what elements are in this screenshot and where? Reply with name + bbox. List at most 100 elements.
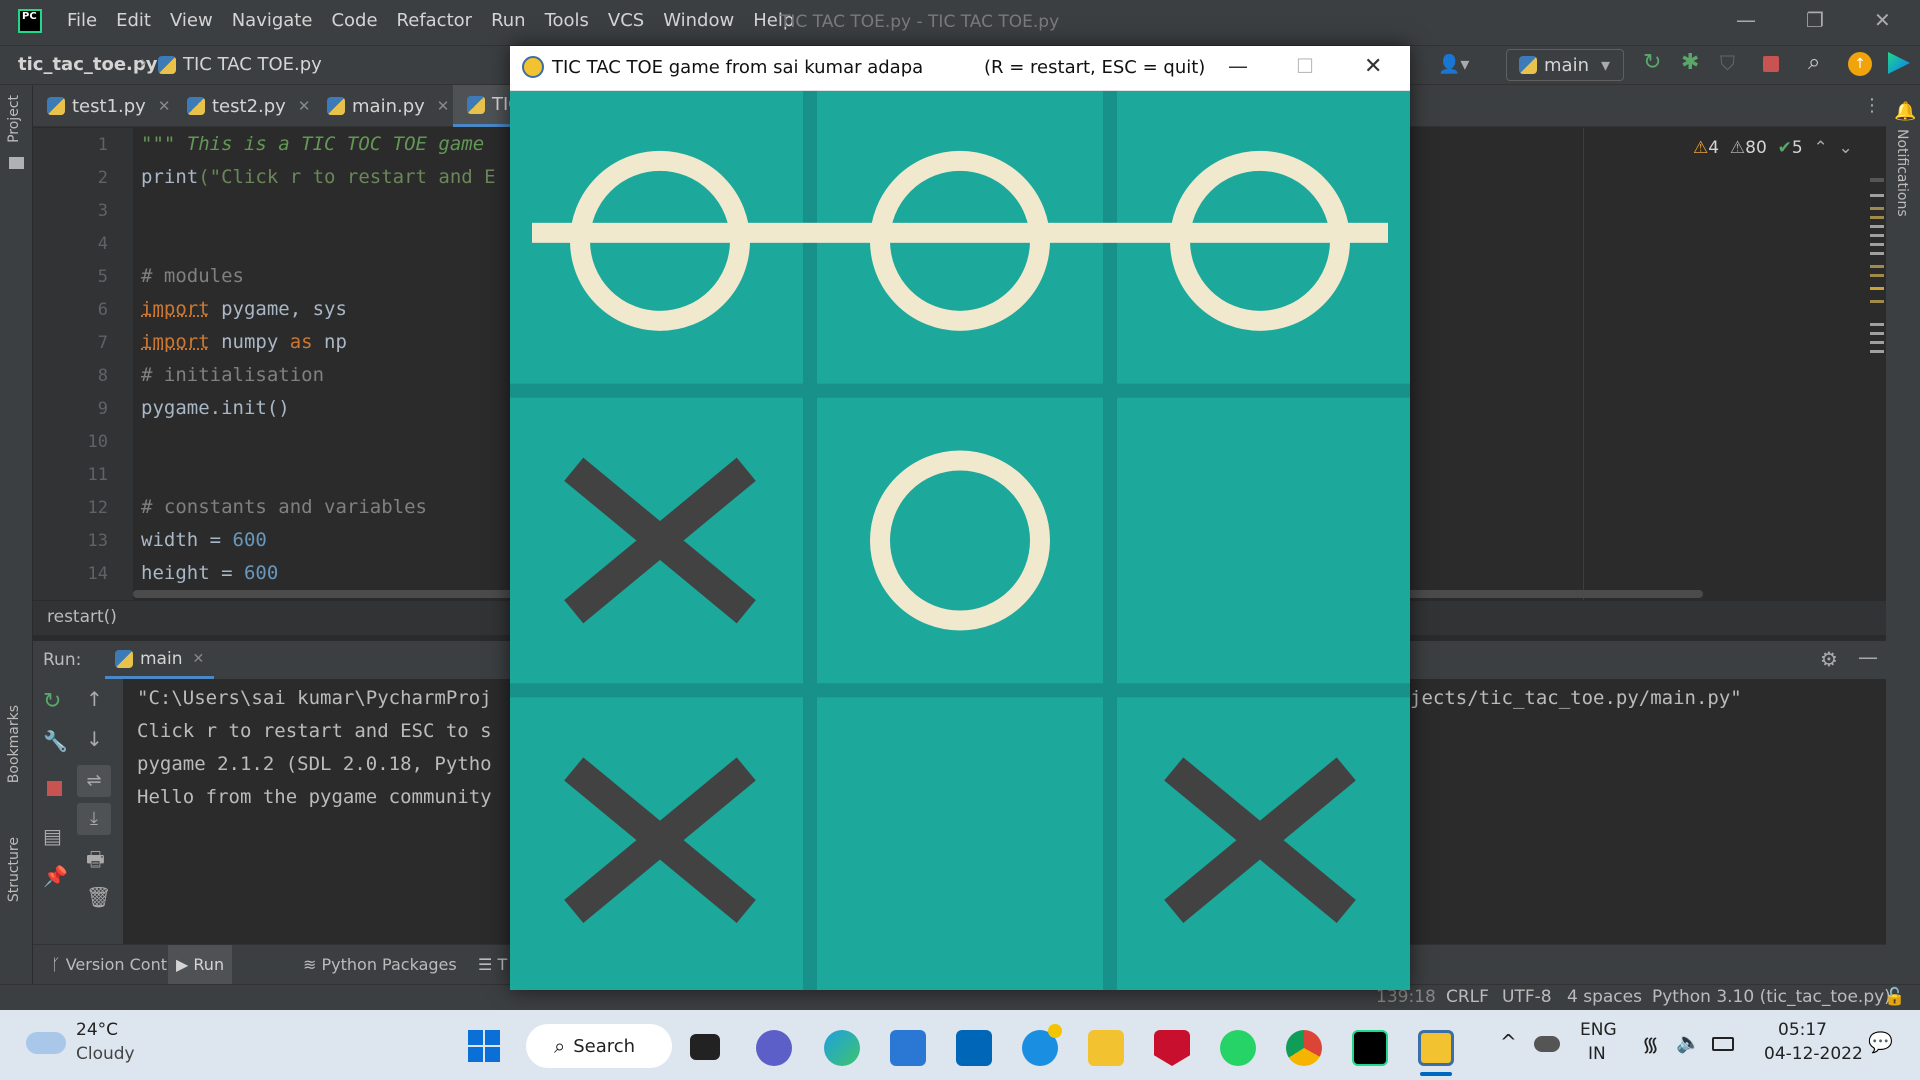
language-region[interactable]: IN	[1588, 1044, 1606, 1064]
run-tool-tab[interactable]: ▶ Run	[168, 945, 233, 985]
close-icon[interactable]: ✕	[298, 97, 311, 115]
line-separator[interactable]: CRLF	[1446, 987, 1489, 1007]
game-minimize-button[interactable]: —	[1228, 54, 1248, 78]
language-code[interactable]: ENG	[1580, 1020, 1617, 1040]
stop-icon[interactable]	[1763, 56, 1779, 72]
print-icon[interactable]: 🖶	[86, 845, 105, 879]
tic-tac-toe-board[interactable]	[510, 91, 1410, 990]
weather-desc[interactable]: Cloudy	[76, 1044, 135, 1064]
edge-icon[interactable]	[824, 1030, 860, 1066]
chevron-up-icon[interactable]: ⌃	[1813, 138, 1827, 158]
layout-icon[interactable]: ▤	[43, 824, 62, 848]
game-window[interactable]: TIC TAC TOE game from sai kumar adapa (R…	[510, 46, 1410, 990]
weather-temp[interactable]: 24°C	[76, 1020, 118, 1040]
clock-time[interactable]: 05:17	[1778, 1020, 1827, 1040]
jetbrains-icon[interactable]	[1888, 52, 1910, 74]
arrow-up-icon[interactable]: ↑	[86, 687, 103, 711]
arrow-down-icon[interactable]: ↓	[86, 727, 103, 751]
chevron-down-icon[interactable]: ⌄	[1839, 138, 1853, 158]
update-icon[interactable]: ↑	[1848, 52, 1872, 76]
run-tab-main[interactable]: main ✕	[105, 641, 215, 679]
trash-icon[interactable]: 🗑	[86, 885, 111, 909]
windows-start-icon[interactable]	[468, 1030, 500, 1062]
project-tool-tab[interactable]: Project	[6, 95, 22, 143]
onedrive-icon[interactable]	[1534, 1036, 1560, 1052]
menu-code[interactable]: Code	[331, 10, 377, 31]
soft-wrap-icon[interactable]: ⇌	[77, 765, 111, 797]
menu-vcs[interactable]: VCS	[608, 10, 644, 31]
pycharm-logo-icon[interactable]: PC	[18, 9, 42, 33]
lock-icon[interactable]: 🔓	[1884, 987, 1905, 1007]
bell-icon[interactable]: 🔔	[1894, 101, 1916, 122]
tab-main[interactable]: main.py ✕	[313, 85, 453, 127]
close-button[interactable]: ✕	[1874, 8, 1891, 32]
wifi-icon[interactable]: ᯾	[1642, 1030, 1659, 1057]
pycharm-taskbar-icon[interactable]	[1352, 1030, 1388, 1066]
python-packages-tab[interactable]: ≋ Python Packages	[303, 955, 457, 974]
menu-navigate[interactable]: Navigate	[232, 10, 313, 31]
python-interpreter[interactable]: Python 3.10 (tic_tac_toe.py)	[1652, 987, 1891, 1007]
menu-file[interactable]: File	[67, 10, 97, 31]
store-icon[interactable]	[890, 1030, 926, 1066]
todo-tab[interactable]: ☰ T	[478, 955, 507, 974]
coverage-icon[interactable]: ⛉	[1720, 51, 1735, 75]
taskbar-search[interactable]: ⌕ Search	[526, 1024, 672, 1068]
tab-test1[interactable]: test1.py ✕	[33, 85, 173, 127]
close-icon[interactable]: ✕	[192, 651, 204, 667]
file-encoding[interactable]: UTF-8	[1502, 987, 1552, 1007]
more-tabs-icon[interactable]: ⋮	[1863, 95, 1881, 116]
scroll-to-end-icon[interactable]: ⤓	[77, 803, 111, 835]
run-label: Run:	[43, 650, 82, 670]
user-icon[interactable]: 👤▾	[1438, 54, 1469, 75]
line-number: 10	[87, 432, 108, 452]
close-icon[interactable]: ✕	[158, 97, 171, 115]
mcafee-icon[interactable]	[1154, 1030, 1190, 1066]
hide-panel-icon[interactable]: —	[1858, 645, 1878, 669]
run-config-select[interactable]: main ▾	[1506, 49, 1624, 81]
bookmarks-tool-tab[interactable]: Bookmarks	[6, 705, 22, 783]
inspection-widget[interactable]: ⚠4 ⚠80 ✔5 ⌃ ⌄	[1693, 138, 1853, 158]
pin-icon[interactable]: 📌	[43, 864, 68, 888]
notification-center-icon[interactable]: 💬	[1868, 1030, 1893, 1054]
game-maximize-button[interactable]: ☐	[1296, 54, 1314, 78]
minimize-button[interactable]: —	[1736, 8, 1756, 32]
gear-icon[interactable]: ⚙	[1820, 647, 1838, 671]
caret-position[interactable]: 139:18	[1376, 987, 1436, 1007]
indent-setting[interactable]: 4 spaces	[1567, 987, 1642, 1007]
close-icon[interactable]: ✕	[437, 97, 450, 115]
battery-icon[interactable]	[1712, 1037, 1734, 1051]
breadcrumb-project[interactable]: tic_tac_toe.py	[18, 54, 158, 75]
stop-icon[interactable]	[47, 781, 62, 796]
file-explorer-icon[interactable]	[1088, 1030, 1124, 1066]
rerun-icon[interactable]: ↻	[43, 689, 61, 714]
structure-tool-tab[interactable]: Structure	[6, 837, 22, 902]
tab-test2[interactable]: test2.py ✕	[173, 85, 313, 127]
pygame-taskbar-icon[interactable]	[1418, 1030, 1454, 1066]
menu-refactor[interactable]: Refactor	[397, 10, 473, 31]
clock-date[interactable]: 04-12-2022	[1764, 1044, 1863, 1064]
error-stripe[interactable]	[1870, 178, 1884, 578]
game-close-button[interactable]: ✕	[1364, 54, 1382, 79]
version-control-tab[interactable]: ᚴ Version Control	[51, 955, 187, 974]
line-number: 6	[97, 300, 108, 320]
breadcrumb-function[interactable]: restart()	[47, 607, 117, 627]
notifications-tool-tab[interactable]: Notifications	[1894, 129, 1910, 217]
menu-edit[interactable]: Edit	[116, 10, 151, 31]
menu-window[interactable]: Window	[663, 10, 734, 31]
restore-button[interactable]: ❐	[1806, 8, 1824, 32]
breadcrumb-file[interactable]: TIC TAC TOE.py	[158, 54, 322, 75]
debug-icon[interactable]: ✱	[1681, 50, 1699, 75]
teams-chat-icon[interactable]	[756, 1030, 792, 1066]
wrench-icon[interactable]: 🔧	[43, 729, 68, 753]
menu-view[interactable]: View	[170, 10, 213, 31]
chrome-icon[interactable]	[1286, 1030, 1322, 1066]
volume-icon[interactable]: 🔈	[1676, 1030, 1701, 1054]
rerun-icon[interactable]: ↻	[1643, 50, 1661, 75]
whatsapp-icon[interactable]	[1220, 1030, 1256, 1066]
menu-tools[interactable]: Tools	[545, 10, 589, 31]
app-icon[interactable]	[956, 1030, 992, 1066]
task-view-icon[interactable]	[690, 1034, 720, 1060]
chevron-up-icon[interactable]: ^	[1500, 1030, 1517, 1054]
menu-run[interactable]: Run	[491, 10, 526, 31]
search-icon[interactable]: ⌕	[1808, 50, 1820, 75]
